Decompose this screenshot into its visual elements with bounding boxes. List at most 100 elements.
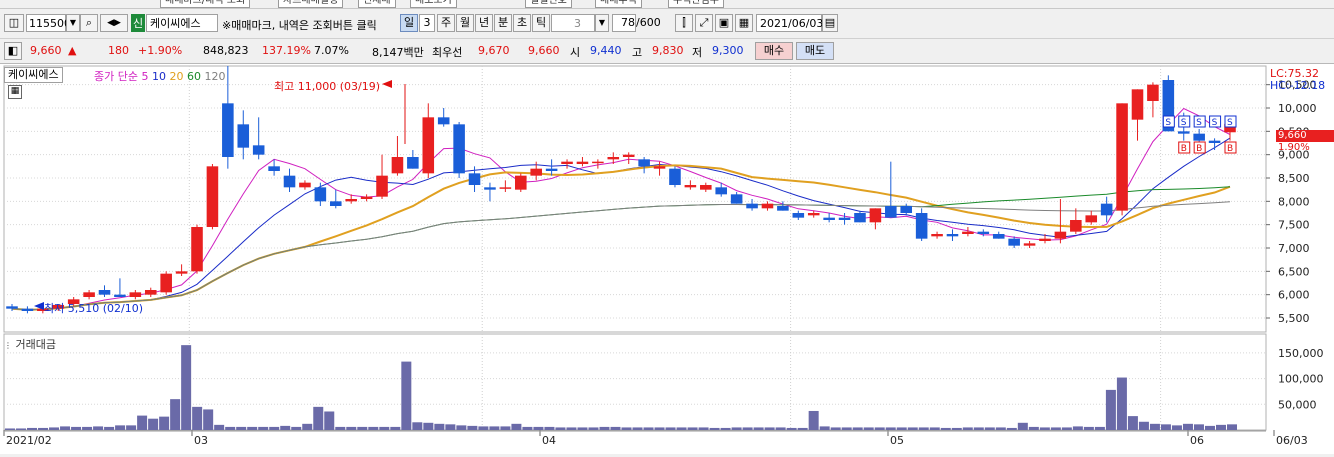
candle-body <box>206 166 219 227</box>
candle-body <box>669 168 681 185</box>
volume-bar <box>533 426 544 430</box>
volume-bar <box>49 427 60 430</box>
layout-icon[interactable]: ◫ <box>4 14 24 32</box>
top-tab-2[interactable]: 전체매 <box>358 0 396 8</box>
top-tab-5[interactable]: 매매추적 <box>595 0 642 8</box>
candle-body <box>730 194 743 204</box>
save-icon[interactable]: ▣ <box>715 14 733 32</box>
signal-label: S <box>1196 118 1202 128</box>
candle-body <box>807 213 820 216</box>
volume-bar <box>819 426 830 430</box>
candle-body <box>715 187 727 195</box>
candle-body <box>838 217 851 220</box>
volume-bar <box>731 427 742 430</box>
volume-bar <box>1193 424 1204 430</box>
candle-body <box>252 145 265 155</box>
candle-body <box>823 217 835 220</box>
volume-bar <box>489 426 500 430</box>
candle-body <box>962 231 974 234</box>
x-axis-label: 06 <box>1190 434 1204 447</box>
tick-value-select[interactable]: 3 <box>551 14 595 32</box>
volume-bar <box>808 410 819 430</box>
candle-body <box>407 157 419 169</box>
candle-body <box>1008 238 1020 246</box>
period-day[interactable]: 일 <box>400 14 418 32</box>
volume-bar <box>544 426 555 430</box>
stock-code-input[interactable]: 115500 <box>26 14 71 32</box>
volume-bar <box>797 427 808 430</box>
top-tab-3[interactable]: 매도조기 <box>410 0 457 8</box>
period-day-count[interactable]: 3 <box>419 14 435 32</box>
price-tick-label: 6,000 <box>1278 289 1310 302</box>
volume-bar <box>643 427 654 430</box>
x-axis-label: 03 <box>194 434 208 447</box>
volume-bar <box>654 427 665 430</box>
volume-bar <box>500 426 511 430</box>
price-chart-svg[interactable]: 10,50010,0009,5009,0008,5008,0007,5007,0… <box>0 64 1334 454</box>
count-input[interactable]: 78 <box>612 14 636 32</box>
top-tab-0[interactable]: 매매마크/내역 조회 <box>160 0 251 8</box>
grid-icon[interactable]: ▦ <box>735 14 753 32</box>
date-input[interactable]: 2021/06/03 <box>756 14 823 32</box>
volume-bar <box>478 426 489 430</box>
volume-bar <box>511 423 522 430</box>
volume-bar <box>401 361 412 430</box>
prev-next-icon[interactable]: ◀▶ <box>100 14 128 32</box>
volume-bar <box>577 427 588 430</box>
buy-button[interactable]: 매수 <box>755 42 793 60</box>
volume-bar <box>170 399 181 430</box>
period-month[interactable]: 월 <box>456 14 474 32</box>
volume-bar <box>676 427 687 430</box>
period-week[interactable]: 주 <box>437 14 455 32</box>
period-tick[interactable]: 틱 <box>532 14 550 32</box>
top-tab-1[interactable]: 차트매매설정 <box>278 0 344 8</box>
calendar-icon[interactable]: ▤ <box>822 14 838 32</box>
window-icon[interactable]: ◧ <box>4 42 22 60</box>
ma-legend-120: 120 <box>204 70 226 83</box>
indicator-icon[interactable]: ⤢ <box>695 14 713 32</box>
high-annotation: 최고 11,000 (03/19) <box>274 80 381 93</box>
volume-bar <box>764 427 775 430</box>
top-tab-4[interactable]: 빌실번호 <box>525 0 572 8</box>
candle-body <box>777 206 789 211</box>
period-second[interactable]: 초 <box>513 14 531 32</box>
volume-bar <box>1050 427 1061 430</box>
volume-bar <box>929 427 940 430</box>
open-label: 시 <box>570 46 581 59</box>
chart-menu-icon[interactable]: ▦ <box>8 85 22 99</box>
volume-bar <box>1017 422 1028 430</box>
candle-body <box>931 234 943 237</box>
chart-area[interactable]: 10,50010,0009,5009,0008,5008,0007,5007,0… <box>0 63 1334 454</box>
period-year[interactable]: 년 <box>475 14 493 32</box>
candle-body <box>607 157 620 160</box>
volume-bar <box>159 416 170 430</box>
x-axis-label: 05 <box>890 434 904 447</box>
candle-body <box>129 292 142 297</box>
top-tab-6[interactable]: 주식관심주 <box>668 0 724 8</box>
candle-body <box>1193 133 1205 141</box>
search-icon[interactable]: ⌕ <box>80 14 98 32</box>
volume-bar <box>423 422 434 430</box>
volume-bar <box>1105 389 1116 430</box>
stock-name-field[interactable]: 케이씨에스 <box>146 14 218 32</box>
period-minute[interactable]: 분 <box>494 14 512 32</box>
volume-bar <box>280 425 291 430</box>
volume-bar <box>126 425 137 430</box>
candle-body <box>114 294 126 297</box>
tick-dropdown-icon[interactable]: ▼ <box>595 14 609 32</box>
volume-bar <box>588 427 599 430</box>
candle-body <box>746 203 758 209</box>
notice-text: ※매매마크, 내역은 조회버튼 클릭 <box>222 19 377 32</box>
x-axis-label: 06/03 <box>1276 434 1308 447</box>
volume-bar <box>1227 424 1237 430</box>
volume-bar <box>852 427 863 430</box>
ma-legend-5: 5 <box>141 70 149 83</box>
volume-bar <box>687 427 698 430</box>
volume-bar <box>599 426 610 430</box>
volume-bar <box>907 427 918 430</box>
sell-button[interactable]: 매도 <box>796 42 834 60</box>
volume-bar <box>148 418 159 430</box>
code-dropdown-icon[interactable]: ▼ <box>66 14 80 32</box>
candle-type-icon[interactable]: ⫿ <box>675 14 693 32</box>
volume-bar <box>324 411 335 430</box>
